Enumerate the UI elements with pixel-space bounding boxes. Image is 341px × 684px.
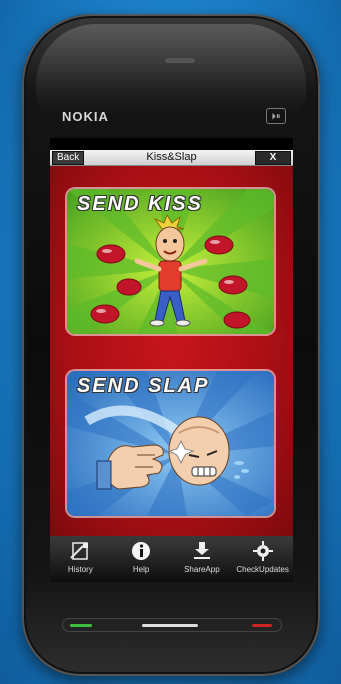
media-key-icon[interactable]: ⏵⏸: [266, 108, 286, 124]
phone-shine: [36, 24, 306, 114]
brand-logo: NOKIA: [62, 109, 109, 124]
toolbar-shareapp[interactable]: ShareApp: [172, 536, 233, 582]
hardware-keys: [62, 618, 282, 632]
toolbar-help[interactable]: Help: [111, 536, 172, 582]
send-slap-button[interactable]: SEND SLAP: [67, 371, 274, 516]
menu-key[interactable]: [142, 624, 198, 627]
phone-device: NOKIA ⏵⏸ Back Kiss&Slap X SEND KISS SEND…: [22, 14, 320, 676]
toolbar-help-label: Help: [132, 565, 150, 574]
close-button[interactable]: X: [255, 151, 291, 165]
earpiece-speaker: [165, 58, 195, 63]
toolbar-checkupdates-label: CheckUpdates: [236, 565, 289, 574]
app-titlebar: Back Kiss&Slap X: [50, 150, 293, 166]
toolbar-shareapp-label: ShareApp: [184, 565, 220, 574]
send-slap-label: SEND SLAP: [77, 375, 210, 397]
end-call-key[interactable]: [252, 624, 272, 627]
toolbar-history[interactable]: History: [50, 536, 111, 582]
gear-icon: [251, 540, 275, 562]
main-content: SEND KISS SEND SLAP: [50, 166, 293, 536]
send-kiss-button[interactable]: SEND KISS: [67, 189, 274, 334]
call-key[interactable]: [70, 624, 92, 627]
phone-screen: Back Kiss&Slap X SEND KISS SEND SLAP His…: [50, 138, 293, 582]
bottom-toolbar: History Help ShareApp CheckUpdates: [50, 536, 293, 582]
toolbar-checkupdates[interactable]: CheckUpdates: [232, 536, 293, 582]
history-icon: [68, 540, 92, 562]
download-icon: [190, 540, 214, 562]
toolbar-history-label: History: [67, 565, 93, 574]
send-kiss-label: SEND KISS: [77, 193, 203, 215]
info-icon: [129, 540, 153, 562]
